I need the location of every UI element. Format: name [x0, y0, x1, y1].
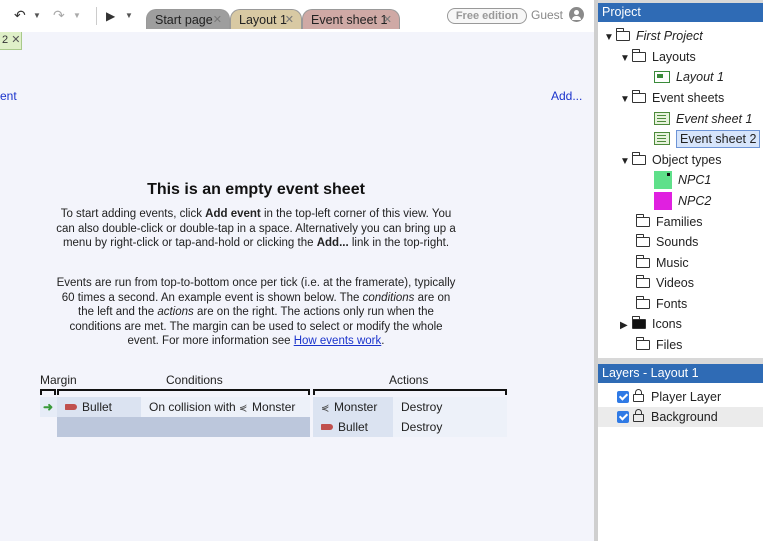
condition-text[interactable]: On collision with ⋞ Monster	[141, 397, 310, 417]
toolbar: ↶ ▼ ↷ ▼ ▶ ▼ Start page ✕ Layout 1 ✕ Event …	[0, 0, 594, 32]
folder-icon	[631, 152, 646, 165]
expand-arrow-icon[interactable]: ▼	[604, 28, 616, 48]
layers-panel-header: Layers - Layout 1	[598, 364, 763, 383]
folder-icon	[635, 275, 650, 288]
tree-npc2[interactable]: NPC2	[654, 191, 711, 211]
free-edition-badge[interactable]: Free edition	[447, 8, 527, 24]
tab-event-sheet-2[interactable]: 2 ✕	[0, 32, 22, 50]
bullet-icon	[65, 404, 77, 410]
play-dropdown-icon[interactable]: ▼	[125, 11, 133, 20]
folder-icon	[635, 296, 650, 309]
empty-sheet-title: This is an empty event sheet	[147, 181, 365, 198]
actions-header: Actions	[389, 373, 429, 387]
folder-icon	[615, 28, 630, 41]
condition-object[interactable]: Bullet	[57, 397, 141, 417]
close-icon[interactable]: ✕	[383, 10, 392, 30]
layout-icon	[654, 71, 670, 83]
visibility-checkbox[interactable]	[617, 411, 629, 423]
undo-dropdown-icon[interactable]: ▼	[33, 11, 41, 20]
tree-sounds-folder[interactable]: Sounds	[635, 232, 698, 252]
folder-icon	[631, 316, 646, 329]
tree-layouts-folder[interactable]: ▼ Layouts	[620, 47, 696, 67]
intro-paragraph: To start adding events, click Add event …	[56, 208, 456, 249]
toolbar-separator	[96, 7, 97, 25]
npc2-sprite-icon	[654, 192, 672, 210]
tree-event-sheet-2[interactable]: Event sheet 2	[654, 129, 761, 149]
tab-label: Start page	[155, 13, 213, 27]
tree-music-folder[interactable]: Music	[635, 253, 689, 273]
tree-fonts-folder[interactable]: Fonts	[635, 294, 687, 314]
conditions-bracket	[57, 389, 310, 395]
folder-icon	[631, 90, 646, 103]
project-panel-header: Project	[598, 3, 763, 22]
layers-panel: Layers - Layout 1 Player Layer Backgroun…	[598, 364, 763, 541]
action-name[interactable]: Destroy	[393, 417, 507, 437]
expand-arrow-icon[interactable]: ▼	[620, 49, 632, 69]
user-icon[interactable]	[569, 7, 584, 22]
events-explanation-paragraph: Events are run from top-to-bottom once p…	[56, 277, 456, 347]
tree-root[interactable]: ▼ First Project	[604, 26, 703, 46]
user-name[interactable]: Guest	[531, 8, 563, 22]
action-name[interactable]: Destroy	[393, 397, 507, 417]
undo-icon[interactable]: ↶	[14, 7, 26, 23]
visibility-checkbox[interactable]	[617, 391, 629, 403]
collapse-arrow-icon[interactable]: ▶	[620, 316, 632, 336]
folder-icon	[631, 49, 646, 62]
tab-label: Event sheet 1	[311, 13, 388, 27]
tree-layout-1[interactable]: Layout 1	[654, 67, 724, 87]
how-events-work-link[interactable]: How events work	[294, 335, 382, 347]
tree-event-sheets-folder[interactable]: ▼ Event sheets	[620, 88, 724, 108]
lock-icon[interactable]	[633, 409, 644, 422]
project-panel: Project ▼ First Project ▼ Layouts Layout 1…	[598, 3, 763, 358]
redo-dropdown-icon[interactable]: ▼	[73, 11, 81, 20]
tree-families-folder[interactable]: Families	[635, 212, 703, 232]
monster-icon: ⋞	[321, 403, 330, 414]
folder-icon	[635, 337, 650, 350]
action-object[interactable]: Bullet	[313, 417, 393, 437]
tab-label: 2	[2, 34, 9, 46]
close-icon[interactable]: ✕	[213, 10, 222, 30]
condition-empty-row[interactable]	[57, 417, 310, 437]
add-event-link[interactable]: ent	[0, 89, 17, 103]
play-icon[interactable]: ▶	[106, 8, 115, 24]
tree-icons-folder[interactable]: ▶ Icons	[620, 314, 682, 334]
conditions-header: Conditions	[166, 373, 223, 387]
redo-icon[interactable]: ↷	[53, 7, 65, 23]
event-sheet-icon	[654, 112, 670, 125]
bullet-icon	[321, 424, 333, 430]
folder-icon	[635, 234, 650, 247]
expand-arrow-icon[interactable]: ▼	[620, 152, 632, 172]
layer-row-background[interactable]: Background	[598, 407, 763, 427]
tree-files-folder[interactable]: Files	[635, 335, 682, 355]
expand-arrow-icon[interactable]: ▼	[620, 90, 632, 110]
event-sheet-editor[interactable]: ↶ ▼ ↷ ▼ ▶ ▼ Start page ✕ Layout 1 ✕ Event …	[0, 0, 594, 541]
rename-input[interactable]: Event sheet 2	[676, 130, 761, 148]
folder-icon	[635, 214, 650, 227]
tree-npc1[interactable]: NPC1	[654, 170, 711, 190]
event-margin-arrow-icon[interactable]: ➜	[40, 397, 57, 417]
tree-event-sheet-1[interactable]: Event sheet 1	[654, 109, 752, 129]
actions-bracket	[313, 389, 507, 395]
layer-row-player-layer[interactable]: Player Layer	[598, 387, 763, 407]
tab-start-page[interactable]: Start page ✕	[146, 9, 230, 29]
lock-icon[interactable]	[633, 389, 644, 402]
monster-icon: ⋞	[239, 403, 248, 414]
tab-label: Layout 1	[239, 13, 287, 27]
action-object[interactable]: ⋞ Monster	[313, 397, 393, 417]
close-icon[interactable]: ✕	[11, 34, 20, 46]
add-menu-link[interactable]: Add...	[551, 89, 582, 103]
margin-bracket	[40, 389, 56, 395]
close-icon[interactable]: ✕	[285, 10, 294, 30]
event-sheet-icon	[654, 132, 670, 145]
margin-header: Margin	[40, 373, 77, 387]
tab-layout-1[interactable]: Layout 1 ✕	[230, 9, 302, 29]
tree-object-types-folder[interactable]: ▼ Object types	[620, 150, 721, 170]
folder-icon	[635, 255, 650, 268]
tree-videos-folder[interactable]: Videos	[635, 273, 694, 293]
npc1-sprite-icon	[654, 171, 672, 189]
tab-event-sheet-1[interactable]: Event sheet 1 ✕	[302, 9, 400, 29]
